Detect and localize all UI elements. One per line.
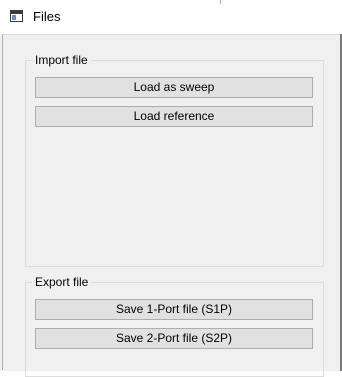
- save-2-port-file-button[interactable]: Save 2-Port file (S2P): [35, 328, 313, 349]
- load-reference-button[interactable]: Load reference: [35, 106, 313, 127]
- window-title: Files: [33, 9, 61, 24]
- title-bar[interactable]: Files: [0, 0, 342, 34]
- window-icon: [10, 10, 23, 22]
- load-as-sweep-button[interactable]: Load as sweep: [35, 77, 313, 98]
- window-icon-pane: [12, 15, 16, 20]
- export-file-group-label: Export file: [32, 275, 92, 289]
- import-file-group-label: Import file: [32, 53, 91, 67]
- files-window: Files Import file Load as sweep Load ref…: [0, 0, 342, 377]
- background-edge: [220, 0, 221, 4]
- window-icon-bar: [11, 11, 22, 14]
- save-1-port-file-button[interactable]: Save 1-Port file (S1P): [35, 299, 313, 320]
